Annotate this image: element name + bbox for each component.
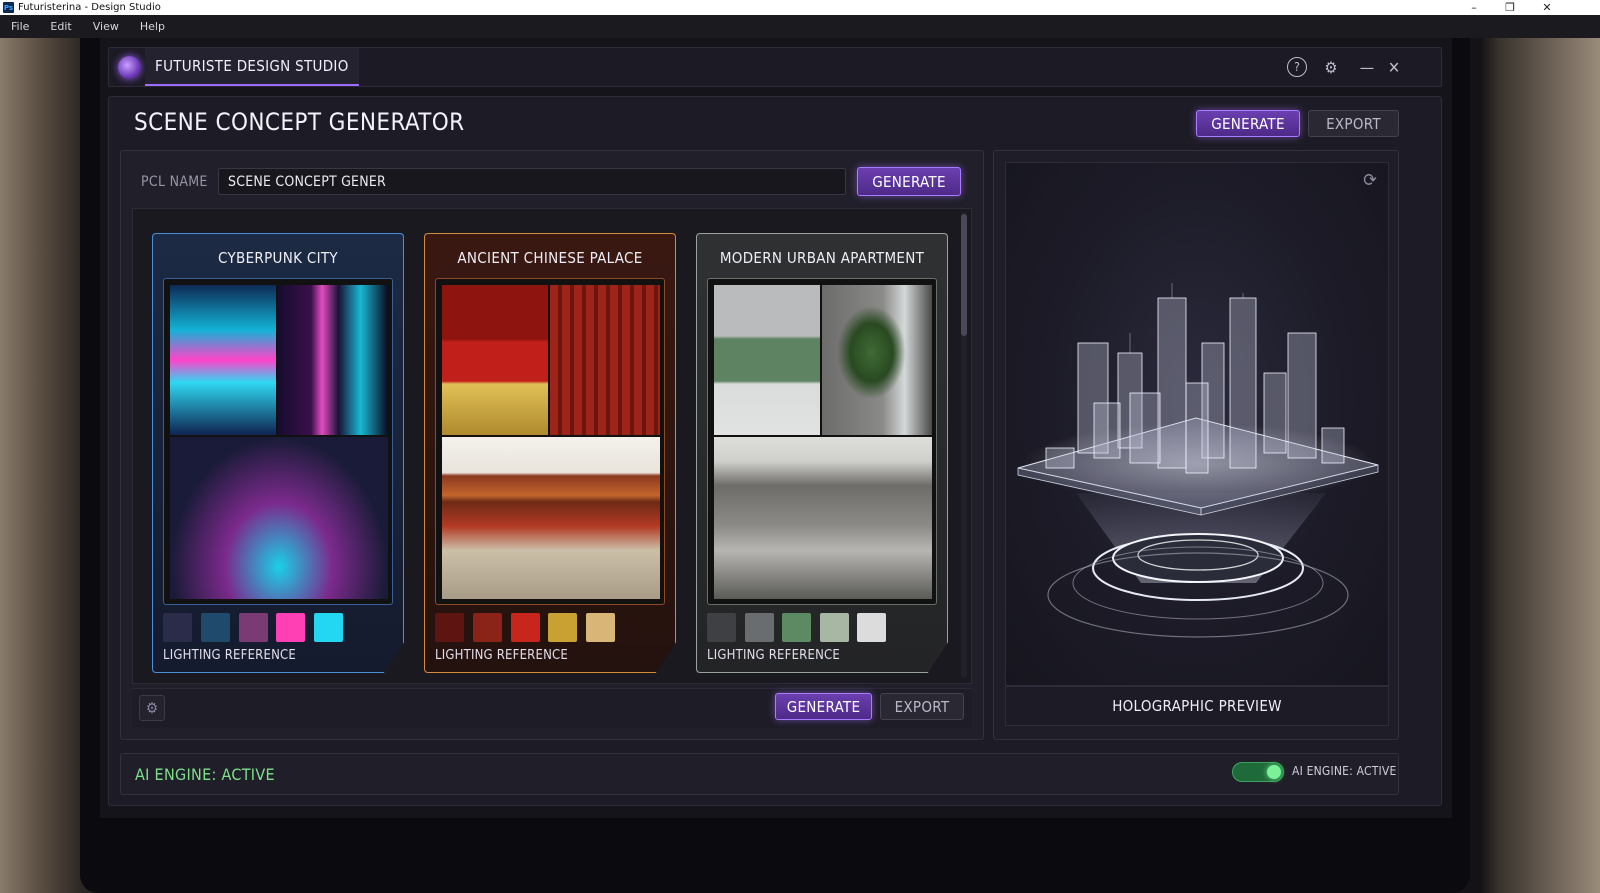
color-swatch[interactable] [707,613,736,642]
palette-gradient-image [442,285,548,435]
window-title: Futuristerina - Design Studio [18,2,161,13]
status-bar [120,753,1399,795]
holographic-preview-viewport[interactable] [1005,162,1389,686]
color-swatch[interactable] [314,613,343,642]
card-title: CYBERPUNK CITY [218,249,338,267]
window-titlebar: Ps Futuristerina - Design Studio – ❐ ✕ [0,0,1600,15]
holographic-preview-label: HOLOGRAPHIC PREVIEW [1005,686,1389,726]
question-circle-icon[interactable]: ? [1287,57,1307,77]
interior-plant-image [822,285,932,435]
color-swatch[interactable] [473,613,502,642]
palette-gradient-image [170,285,276,435]
neon-street-image [278,285,388,435]
lighting-reference-label: LIGHTING REFERENCE [163,648,296,663]
card-title: ANCIENT CHINESE PALACE [457,249,643,267]
lighting-reference-label: LIGHTING REFERENCE [707,648,840,663]
menu-edit[interactable]: Edit [50,20,71,33]
pcl-name-label: PCL NAME [141,174,208,190]
color-swatch[interactable] [820,613,849,642]
spiral-logo-icon [118,56,141,79]
bottom-export-button[interactable]: EXPORT [880,693,964,720]
window-restore-icon[interactable]: ❐ [1491,0,1529,15]
gear-icon[interactable]: ⚙ [1321,57,1341,77]
rainy-neon-city-image [170,437,388,599]
color-swatch[interactable] [163,613,192,642]
color-swatch[interactable] [239,613,268,642]
app-header: FUTURISTE DESIGN STUDIO ? ⚙ — ✕ [108,47,1442,87]
header-export-button[interactable]: EXPORT [1308,110,1399,137]
palace-doors-image [550,285,660,435]
color-swatch[interactable] [201,613,230,642]
color-swatch[interactable] [857,613,886,642]
minimize-icon[interactable]: — [1357,57,1377,77]
color-swatch[interactable] [435,613,464,642]
app-badge-icon: Ps [3,2,14,13]
menu-help[interactable]: Help [140,20,165,33]
color-swatch[interactable] [548,613,577,642]
color-swatch[interactable] [586,613,615,642]
color-swatch[interactable] [782,613,811,642]
bottom-generate-button[interactable]: GENERATE [775,693,872,720]
header-generate-button[interactable]: GENERATE [1196,110,1300,137]
ai-engine-toggle-label: AI ENGINE: ACTIVE [1292,764,1397,778]
palace-building-image [442,437,660,599]
window-close-icon[interactable]: ✕ [1528,0,1566,15]
refresh-icon[interactable]: ⟳ [1360,170,1380,191]
ai-engine-status: AI ENGINE: ACTIVE [135,765,275,784]
card-image-collage [435,278,665,605]
card-title: MODERN URBAN APARTMENT [719,249,925,267]
close-icon[interactable]: ✕ [1384,57,1404,77]
living-room-image [714,437,932,599]
holographic-city-image [1017,283,1379,638]
color-swatch[interactable] [276,613,305,642]
tab-design-studio[interactable]: FUTURISTE DESIGN STUDIO [145,48,359,86]
menu-file[interactable]: File [11,20,29,33]
pcl-name-input[interactable] [218,168,846,195]
page-title: SCENE CONCEPT GENERATOR [134,108,465,136]
lighting-reference-label: LIGHTING REFERENCE [435,648,568,663]
color-swatch[interactable] [511,613,540,642]
palette-gradient-image [714,285,820,435]
card-image-collage [163,278,393,605]
window-minimize-icon[interactable]: – [1455,0,1493,15]
cards-scrollbar-thumb[interactable] [961,214,967,336]
panel-gear-icon[interactable]: ⚙ [139,695,165,721]
color-swatch[interactable] [745,613,774,642]
menubar: File Edit View Help [0,15,1600,38]
pcl-generate-button[interactable]: GENERATE [857,167,961,196]
ai-engine-toggle-knob[interactable] [1267,765,1281,779]
card-image-collage [707,278,937,605]
menu-view[interactable]: View [93,20,119,33]
